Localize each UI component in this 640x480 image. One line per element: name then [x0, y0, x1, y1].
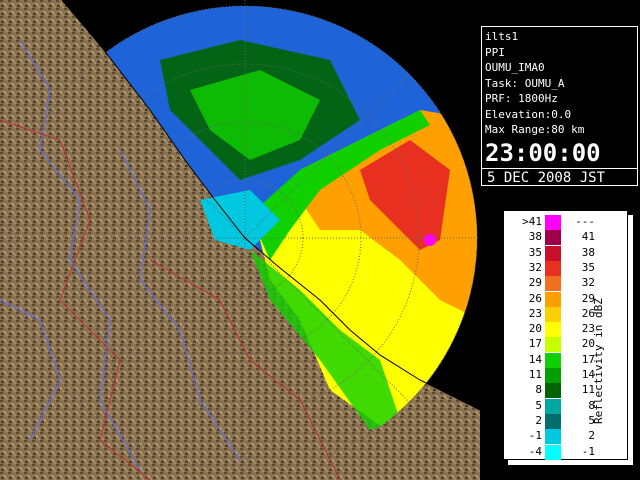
- legend-swatch: [545, 337, 561, 353]
- legend-low-value: 14: [528, 352, 542, 366]
- legend-swatch: [545, 383, 561, 399]
- legend-high-value: 8: [588, 398, 595, 412]
- legend-low-value: 26: [528, 291, 542, 305]
- echo-magenta-core: [424, 234, 436, 246]
- legend-row: 35 38: [504, 245, 614, 262]
- legend-high-value: 26: [581, 306, 595, 320]
- legend-swatch: [545, 306, 561, 322]
- time-display: 23:00:00: [485, 138, 601, 167]
- legend-high-value: -1: [581, 444, 595, 458]
- legend-high-value: 23: [581, 322, 595, 336]
- legend-high-value: 29: [581, 291, 595, 305]
- legend-high-value: 2: [588, 429, 595, 443]
- task-name: Task: OUMU_A: [485, 76, 565, 90]
- legend-high-value: 38: [581, 245, 595, 259]
- station-name: ilts1: [485, 30, 519, 43]
- legend-low-value: 8: [535, 383, 542, 397]
- color-legend: Reflectivity in dBZ >41 --- 38 41 35 38 32 35 29…: [503, 210, 628, 460]
- legend-row: 29 32: [504, 276, 614, 292]
- scan-mode: PPI: [485, 45, 505, 59]
- site-name: OUMU_IMA0: [485, 61, 545, 74]
- legend-low-value: -4: [528, 444, 542, 458]
- legend-row: 32 35: [504, 260, 614, 277]
- legend-swatch: [545, 230, 561, 246]
- prf-value: PRF: 1800Hz: [485, 92, 558, 105]
- legend-row: 38 41: [504, 230, 614, 246]
- legend-swatch: [545, 398, 561, 414]
- date-display: 5 DEC 2008 JST: [482, 167, 637, 186]
- legend-row: -4 -1: [504, 444, 614, 461]
- radar-map: [0, 0, 480, 480]
- legend-swatch: [545, 322, 561, 338]
- legend-low-value: 35: [528, 245, 542, 259]
- legend-row: -1 2: [504, 429, 614, 445]
- legend-low-value: 17: [528, 337, 542, 351]
- legend-swatch: [545, 215, 561, 230]
- legend-row: 8 11: [504, 383, 614, 399]
- legend-high-value: ---: [575, 215, 595, 228]
- legend-row: 26 29: [504, 291, 614, 308]
- legend-swatch: [545, 291, 561, 307]
- legend-row: 20 23: [504, 322, 614, 338]
- legend-swatch: [545, 413, 561, 429]
- legend-low-value: 11: [528, 368, 542, 381]
- legend-row: 17 20: [504, 337, 614, 353]
- legend-high-value: 32: [581, 276, 595, 290]
- legend-row: >41 ---: [504, 215, 614, 231]
- legend-high-value: 35: [581, 260, 595, 274]
- elevation-value: Elevation:0.0: [485, 107, 572, 121]
- legend-low-value: >41: [522, 215, 542, 228]
- legend-low-value: 20: [528, 322, 542, 336]
- legend-low-value: 32: [528, 260, 542, 274]
- legend-high-value: 20: [581, 337, 595, 351]
- legend-low-value: 23: [528, 306, 542, 320]
- legend-low-value: 38: [528, 230, 542, 244]
- legend-row: 11 14: [504, 368, 614, 384]
- info-panel: ilts1 PPI OUMU_IMA0 Task: OUMU_A PRF: 18…: [481, 26, 638, 186]
- legend-high-value: 17: [581, 352, 595, 366]
- legend-high-value: 11: [581, 383, 595, 397]
- legend-low-value: -1: [528, 429, 542, 443]
- legend-swatch: [545, 444, 561, 460]
- legend-swatch: [545, 276, 561, 292]
- legend-low-value: 29: [528, 276, 542, 290]
- legend-high-value: 41: [581, 230, 595, 244]
- legend-swatch: [545, 260, 561, 276]
- legend-row: 58: [504, 398, 614, 415]
- legend-swatch: [545, 352, 561, 368]
- legend-high-value: 5: [588, 413, 595, 427]
- legend-low-value: 5: [535, 398, 542, 412]
- legend-high-value: 14: [581, 368, 595, 381]
- max-range-value: Max Range:80 km: [485, 123, 585, 136]
- legend-row: 25: [504, 413, 614, 430]
- legend-row: 14 17: [504, 352, 614, 369]
- legend-swatch: [545, 368, 561, 383]
- legend-low-value: 2: [535, 413, 542, 427]
- legend-row: 23 26: [504, 306, 614, 323]
- legend-swatch: [545, 429, 561, 445]
- legend-swatch: [545, 245, 561, 261]
